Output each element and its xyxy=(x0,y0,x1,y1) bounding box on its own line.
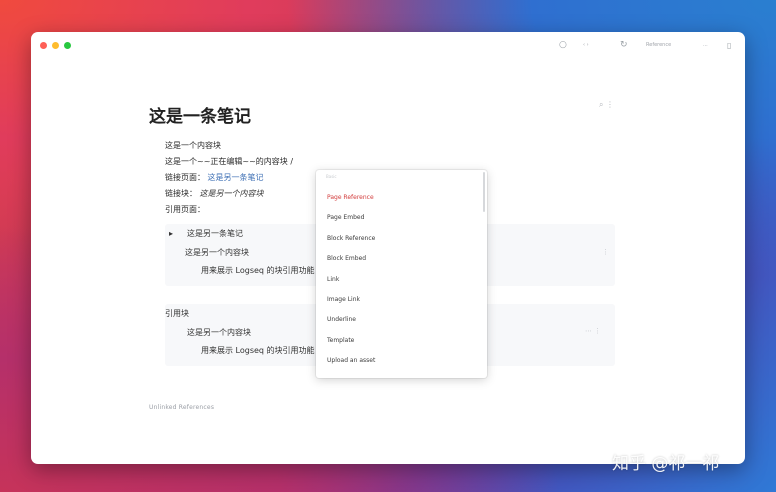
collapse-arrow-icon[interactable]: ▸ xyxy=(169,228,173,239)
block-3[interactable]: 链接页面： 这是另一条笔记 xyxy=(165,172,264,183)
dropdown-hint: Basic xyxy=(326,174,337,179)
autocomplete-dropdown: Basic Page Reference Page Embed Block Re… xyxy=(316,170,487,378)
menu-item-link[interactable]: Link xyxy=(327,276,339,284)
ref-line[interactable]: 用来展示 Logseq 的块引用功能 xyxy=(201,265,315,276)
more-menu[interactable]: ... xyxy=(703,41,708,49)
minimize-window-button[interactable] xyxy=(52,42,59,49)
close-window-button[interactable] xyxy=(40,42,47,49)
block-text: 这是一个~~正在编辑~~的内容块 / xyxy=(165,157,294,166)
app-window: ○ ‹ › ↻ Reference ... ▯ 这是一条笔记 ⌕ ⋮ 这是一个内… xyxy=(31,32,745,464)
menu-item-block-reference[interactable]: Block Reference xyxy=(327,235,375,243)
graph-selector[interactable]: Reference xyxy=(646,41,671,49)
page-options-icon[interactable]: ⌕ ⋮ xyxy=(599,100,614,110)
ref-options-icon[interactable]: ⋯ ⋮ xyxy=(585,327,601,335)
ref-line[interactable]: 这是另一个内容块 xyxy=(187,327,251,338)
block-1[interactable]: 这是一个内容块 xyxy=(165,140,221,151)
menu-item-upload-asset[interactable]: Upload an asset xyxy=(327,357,375,365)
watermark: 知乎 @祁一祁 xyxy=(612,454,720,474)
page-title: 这是一条笔记 xyxy=(149,107,251,127)
block-5[interactable]: 引用页面： xyxy=(165,204,205,215)
refresh-icon[interactable]: ↻ xyxy=(620,39,628,51)
ref-options-icon[interactable]: ⋮ xyxy=(602,248,609,256)
menu-item-page-reference[interactable]: Page Reference xyxy=(327,194,374,202)
unlinked-references-header[interactable]: Unlinked References xyxy=(149,404,214,411)
ref-page-title[interactable]: 引用块 xyxy=(165,308,189,319)
block-2-editing[interactable]: 这是一个~~正在编辑~~的内容块 / xyxy=(165,156,293,167)
menu-item-image-link[interactable]: Image Link xyxy=(327,296,360,304)
maximize-window-button[interactable] xyxy=(64,42,71,49)
block-label: 引用页面： xyxy=(165,205,205,214)
ref-line[interactable]: 这是另一个内容块 xyxy=(185,247,249,258)
block-ref[interactable]: 这是另一个内容块 xyxy=(200,189,264,198)
dropdown-scrollbar[interactable] xyxy=(483,172,485,212)
menu-item-block-embed[interactable]: Block Embed xyxy=(327,255,366,263)
menu-item-template[interactable]: Template xyxy=(327,337,354,345)
block-label: 链接页面： xyxy=(165,173,205,182)
block-label: 链接块： xyxy=(165,189,197,198)
sidebar-toggle-icon[interactable]: ▯ xyxy=(727,40,731,52)
menu-item-underline[interactable]: Underline xyxy=(327,316,356,324)
nav-arrows[interactable]: ‹ › xyxy=(583,41,589,49)
search-icon[interactable]: ○ xyxy=(559,39,567,51)
ref-line[interactable]: 用来展示 Logseq 的块引用功能 xyxy=(201,345,315,356)
block-text: 这是一个内容块 xyxy=(165,141,221,150)
menu-item-page-embed[interactable]: Page Embed xyxy=(327,214,364,222)
block-4[interactable]: 链接块： 这是另一个内容块 xyxy=(165,188,264,199)
ref-page-title[interactable]: 这是另一条笔记 xyxy=(187,228,243,239)
page-link[interactable]: 这是另一条笔记 xyxy=(208,173,264,182)
